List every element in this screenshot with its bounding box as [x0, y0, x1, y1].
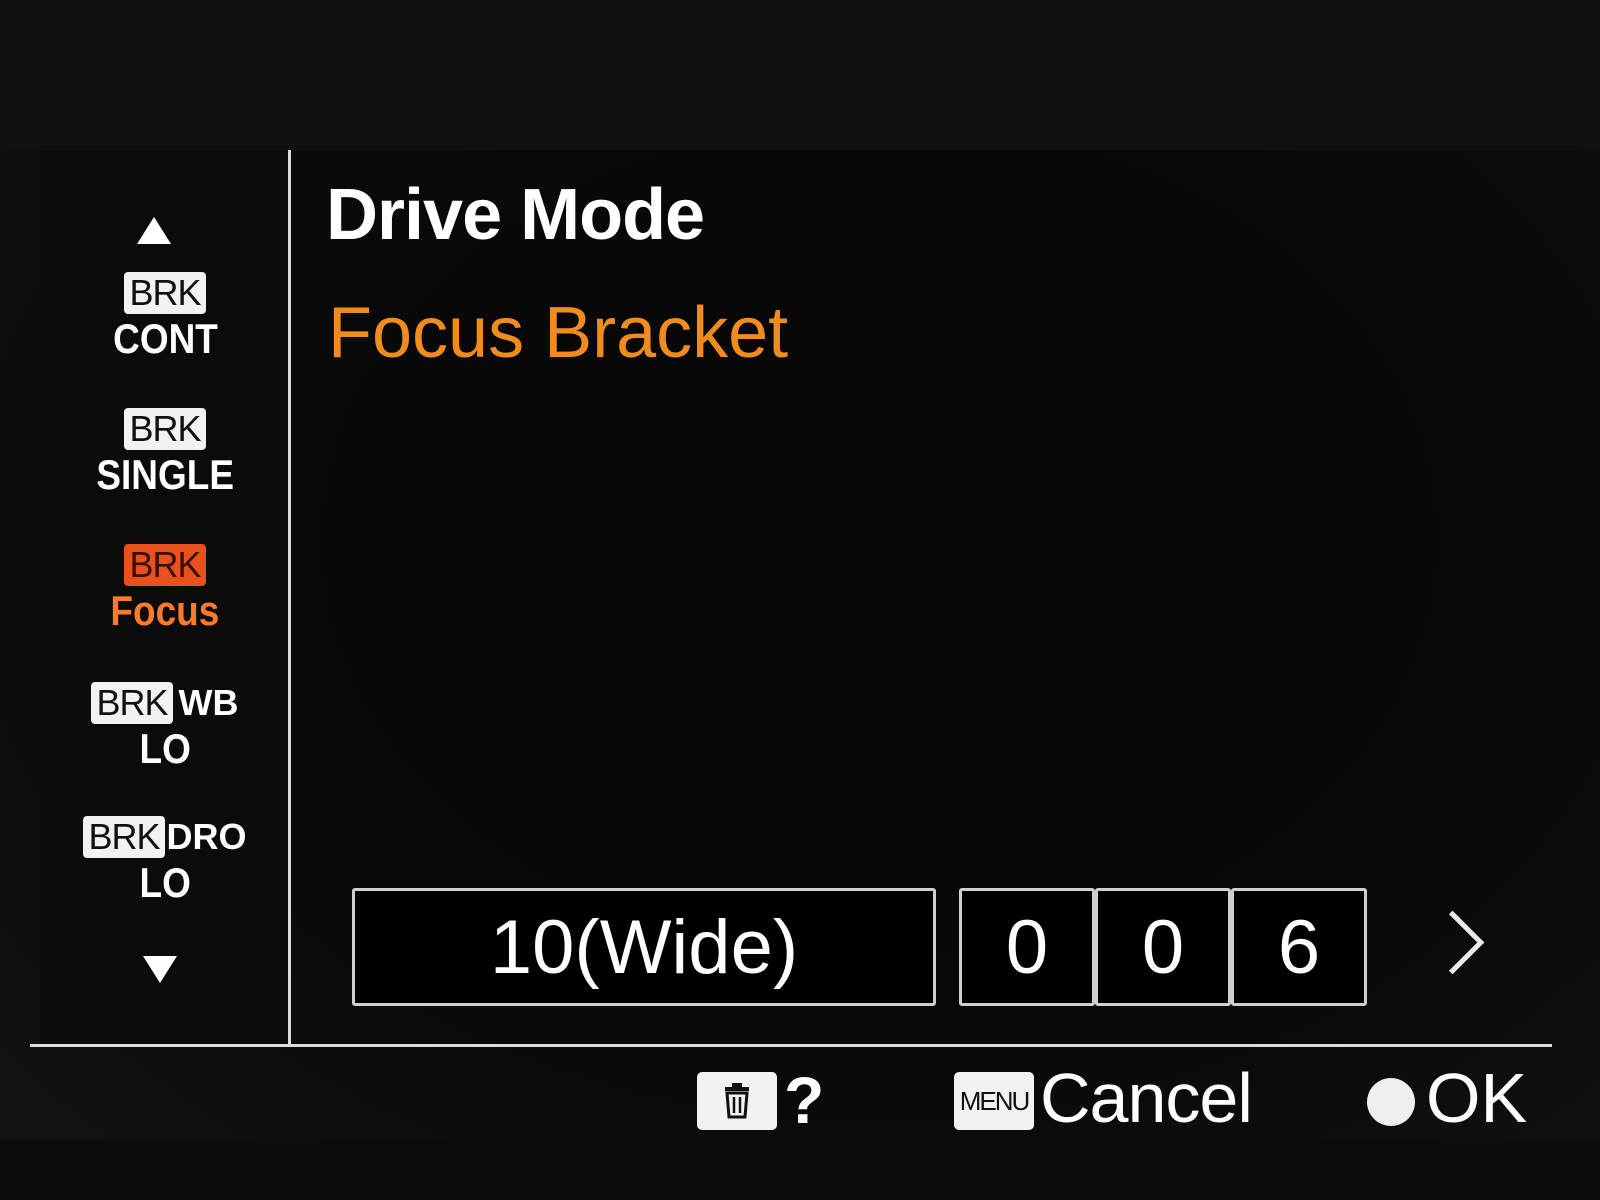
shot-count-digit-2[interactable]: 0: [1095, 888, 1231, 1006]
cancel-button[interactable]: Cancel: [1040, 1058, 1253, 1138]
trash-icon[interactable]: [697, 1072, 777, 1130]
shot-count-digit-3[interactable]: 6: [1231, 888, 1367, 1006]
brk-badge: BRK: [124, 544, 206, 586]
mode-item-brk-dro-lo[interactable]: BRK DRO LO: [60, 816, 270, 908]
mode-suffix: WB: [178, 682, 239, 723]
brk-badge: BRK: [91, 682, 173, 724]
camera-screen: BRK CONT BRK SINGLE BRK Focus BRK WB LO B…: [0, 0, 1600, 1200]
ok-button[interactable]: OK: [1426, 1058, 1527, 1138]
mode-label: Focus: [110, 587, 220, 634]
brk-badge: BRK: [124, 408, 206, 450]
selected-mode-name: Focus Bracket: [328, 293, 789, 373]
chevron-right-icon[interactable]: [1420, 910, 1485, 975]
mode-item-brk-focus[interactable]: BRK Focus: [60, 544, 270, 636]
page-title: Drive Mode: [326, 175, 705, 255]
mode-suffix: DRO: [166, 816, 247, 857]
help-button[interactable]: ?: [784, 1062, 824, 1138]
top-band: [0, 0, 1600, 150]
focus-range-selector[interactable]: 10(Wide): [352, 888, 936, 1006]
sidebar-divider: [288, 150, 291, 1045]
mode-label: CONT: [112, 315, 218, 362]
mode-label: SINGLE: [96, 451, 234, 498]
menu-key-icon[interactable]: MENU: [954, 1072, 1034, 1130]
shot-count-digit-1[interactable]: 0: [959, 888, 1095, 1006]
bottom-band: [0, 1140, 1600, 1200]
mode-label: LO: [139, 725, 191, 772]
up-arrow-icon[interactable]: [137, 217, 171, 244]
mode-item-brk-wb-lo[interactable]: BRK WB LO: [60, 682, 270, 774]
mode-item-brk-cont[interactable]: BRK CONT: [60, 272, 270, 364]
mode-item-brk-single[interactable]: BRK SINGLE: [60, 408, 270, 500]
mode-label: LO: [139, 859, 191, 906]
brk-badge: BRK: [124, 272, 206, 314]
brk-badge: BRK: [83, 816, 165, 858]
down-arrow-icon[interactable]: [143, 956, 177, 983]
center-button-icon[interactable]: [1367, 1078, 1415, 1126]
footer-divider: [30, 1044, 1552, 1047]
